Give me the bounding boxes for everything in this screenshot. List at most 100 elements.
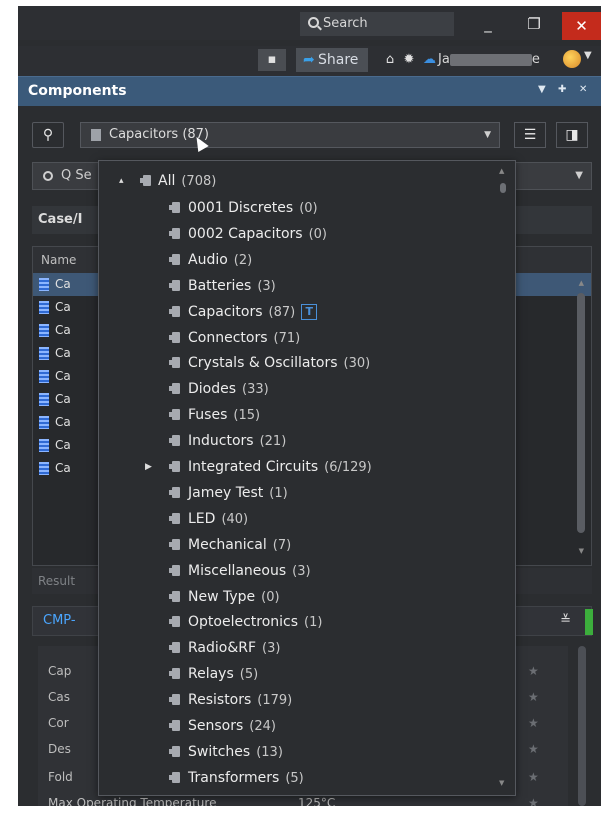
share-button[interactable]: ➦ Share [296,48,368,72]
collapse-icon[interactable]: ▴ [119,168,124,194]
scroll-down-icon[interactable]: ▼ [499,779,504,787]
expand-icon[interactable]: ▶ [145,454,152,480]
panel-menu-icon[interactable]: ▼ [538,84,546,95]
dropdown-item-all[interactable]: ▴ All (708) [99,168,494,194]
star-icon[interactable]: ★ [528,664,539,678]
component-category-icon [169,720,180,731]
category-label: Switches [188,743,251,760]
star-icon[interactable]: ★ [528,716,539,730]
pin-icon[interactable]: ✚ [558,84,566,95]
scroll-down-icon[interactable]: ▼ [579,547,584,555]
chevron-down-icon: ▼ [484,130,491,140]
category-combo[interactable]: Capacitors (87) ▼ [80,122,500,148]
category-label: 0001 Discretes [188,200,294,216]
component-category-icon [169,435,180,447]
category-count: (13) [256,744,283,760]
dropdown-item[interactable]: Switches (13) [99,739,494,765]
template-badge: T [301,303,318,320]
dropdown-item[interactable]: LED (40) [99,506,494,532]
chevron-down-icon[interactable]: ▼ [584,50,592,61]
row-label: Ca [55,438,71,452]
dropdown-item[interactable]: New Type (0) [99,584,494,610]
table-scrollbar[interactable] [577,293,585,533]
dropdown-item[interactable]: Miscellaneous (3) [99,558,494,584]
category-count: (71) [273,330,301,346]
dropdown-item[interactable]: Connectors (71) [99,325,494,351]
row-label: Ca [55,346,71,360]
filter-button[interactable]: ⚲ [32,122,64,148]
property-label: Cap [48,664,72,678]
minimize-button[interactable]: _ [469,10,507,38]
capacitor-icon [39,416,49,429]
category-count: (15) [233,408,261,424]
capacitor-icon [39,347,49,360]
category-count: (7) [272,537,292,553]
dropdown-item[interactable]: 0001 Discretes (0) [99,195,494,221]
dropdown-item[interactable]: ▶ Integrated Circuits (6/129) [99,454,494,480]
category-label: Jamey Test [188,484,264,501]
dropdown-item[interactable]: Crystals & Oscillators (30) [99,350,494,376]
close-button[interactable]: ✕ [562,12,601,40]
category-count: (0) [308,226,328,242]
component-category-icon [169,771,180,783]
chat-icon[interactable]: ▪ [258,49,286,71]
component-category-icon [169,694,180,706]
category-label: Radio&RF [188,640,257,657]
component-category-icon [169,668,180,680]
dropdown-item[interactable]: Relays (5) [99,661,494,687]
dropdown-item[interactable]: Fuses (15) [99,402,494,428]
scroll-up-icon[interactable]: ▲ [579,279,584,287]
dropdown-item[interactable]: Radio&RF (3) [99,635,494,661]
dropdown-scrollbar[interactable] [500,183,506,193]
panel-close-icon[interactable]: ✕ [579,84,587,95]
dropdown-item[interactable]: Sensors (24) [99,713,494,739]
dropdown-item[interactable]: Batteries (3) [99,273,494,299]
share-label: Share [318,52,359,68]
category-label: Crystals & Oscillators [188,355,338,372]
globe-icon[interactable] [563,50,581,68]
capacitor-icon [39,278,49,291]
component-category-icon [169,745,180,757]
app-window: Search _ ❐ ✕ ▪ ➦ Share ⌂ ✹ ☁ Ja e ▼ Compone… [18,6,601,806]
dropdown-item[interactable]: Optoelectronics (1) [99,609,494,635]
category-count: (40) [221,511,249,527]
component-category-icon [169,305,180,317]
user-name-redacted [449,53,532,66]
user-name-prefix: Ja [438,52,450,67]
dropdown-item[interactable]: Resistors (179) [99,687,494,713]
row-label: Ca [55,300,71,314]
scroll-up-icon[interactable]: ▲ [499,167,504,175]
dropdown-item[interactable]: Transformers (5) [99,765,494,791]
component-category-icon [169,202,180,213]
component-category-icon [169,564,180,576]
capacitor-icon [39,301,49,314]
dropdown-item[interactable]: 0002 Capacitors (0) [99,221,494,247]
restore-button[interactable]: ❐ [515,10,553,38]
panel-layout-button[interactable]: ◨ [556,122,588,148]
category-label: 0002 Capacitors [188,225,303,242]
user-account[interactable]: ☁ Ja e [423,49,563,71]
dropdown-item[interactable]: Inductors (21) [99,428,494,454]
home-icon[interactable]: ⌂ [382,49,398,71]
dropdown-item[interactable]: Jamey Test (1) [99,480,494,506]
properties-scrollbar[interactable] [578,646,586,806]
star-icon[interactable]: ★ [528,796,539,806]
dropdown-item[interactable]: Audio (2) [99,247,494,273]
category-count: (3) [262,641,281,657]
dropdown-item[interactable]: Diodes (33) [99,376,494,402]
global-search[interactable]: Search [300,12,454,36]
category-label: Integrated Circuits [188,459,319,475]
star-icon[interactable]: ★ [528,742,539,756]
list-view-button[interactable]: ☰ [514,122,546,148]
chevron-down-icon[interactable]: ▼ [575,163,583,189]
capacitor-icon [39,324,49,337]
dropdown-item[interactable]: Capacitors (87) T [99,299,494,325]
category-count: (0) [299,201,318,216]
collapse-icon[interactable]: ≚ [560,607,571,635]
gear-icon[interactable]: ✹ [401,49,417,71]
dropdown-item[interactable]: Mechanical (7) [99,532,494,558]
star-icon[interactable]: ★ [528,690,539,704]
star-icon[interactable]: ★ [528,770,539,784]
capacitor-icon [39,370,49,383]
status-bar [585,609,593,635]
